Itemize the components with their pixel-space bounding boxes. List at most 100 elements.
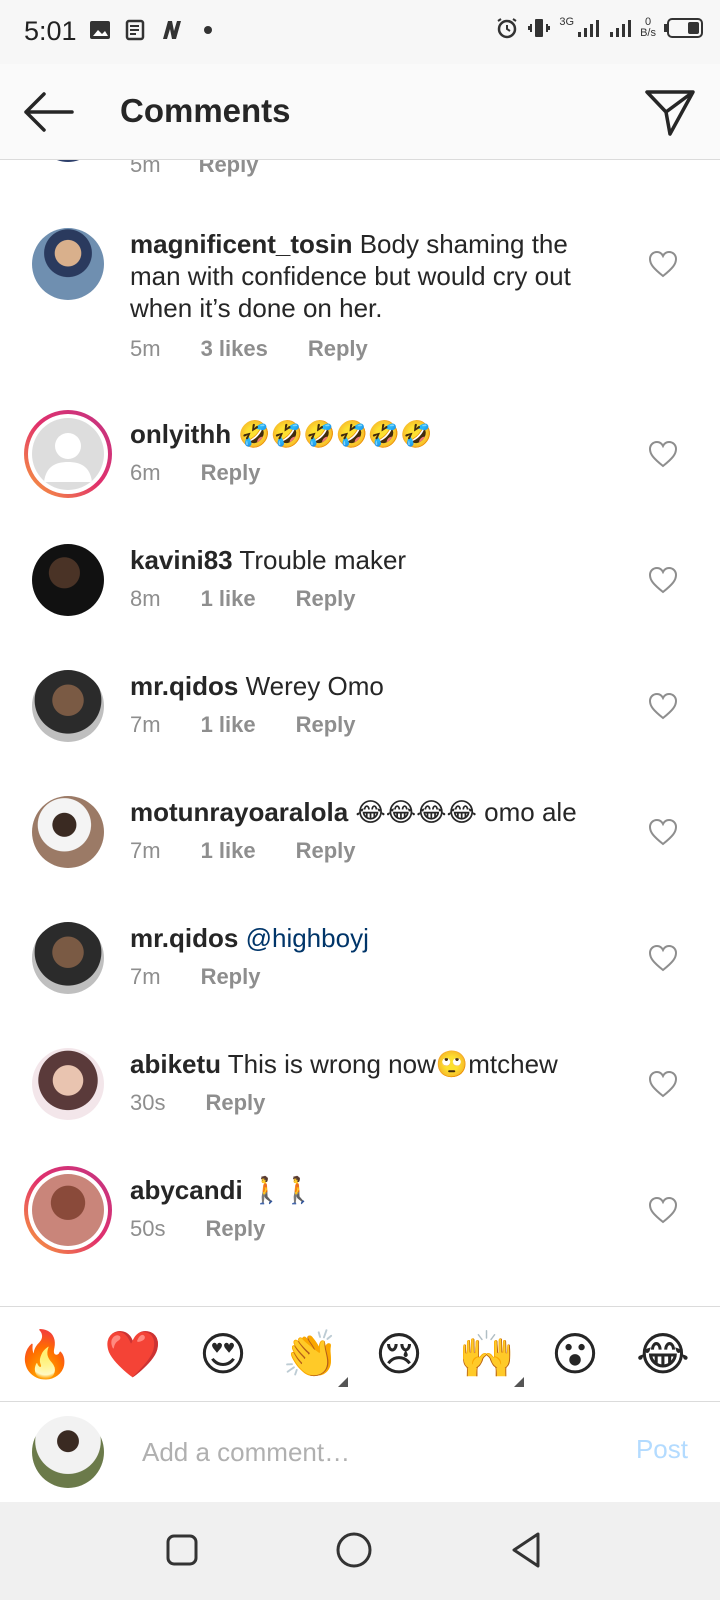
battery-icon (664, 18, 703, 38)
page-title: Comments (120, 92, 291, 129)
comment-time: 50s (130, 1216, 166, 1241)
avatar[interactable] (32, 922, 104, 994)
comment-time: 8m (130, 586, 161, 611)
reply-button[interactable]: Reply (205, 1216, 265, 1242)
comment-time: 7m (130, 964, 161, 989)
comment-body: magnificent_tosin Body shaming the man w… (130, 228, 610, 324)
comment-meta: 6m Reply (130, 460, 260, 486)
back-icon[interactable] (506, 1530, 546, 1570)
comment-username[interactable]: kavini83 (130, 545, 233, 575)
comment-time: 5m (130, 160, 161, 177)
crying-emoji-button[interactable]: 😢 (370, 1325, 428, 1383)
comment-item: abiketu This is wrong now🙄mtchew 30s Rep… (0, 1048, 720, 1158)
likes-count[interactable]: 1 like (201, 586, 256, 612)
comment-body: abiketu This is wrong now🙄mtchew (130, 1048, 610, 1080)
comment-item: kavini83 Trouble maker 8m 1 like Reply (0, 544, 720, 654)
heart-icon[interactable] (648, 944, 678, 972)
reply-button[interactable]: Reply (199, 160, 259, 178)
comment-mention[interactable]: @highboyj (246, 923, 369, 953)
reply-button[interactable]: Reply (296, 712, 356, 738)
status-right-icons: 3G 0 B/s (495, 16, 704, 40)
clap-emoji-button[interactable]: 👏 (282, 1325, 348, 1387)
signal-icon (578, 20, 600, 37)
comment-item: magnificent_tosin Body shaming the man w… (0, 228, 720, 378)
reply-button[interactable]: Reply (201, 460, 261, 486)
heart-icon[interactable] (648, 250, 678, 278)
comment-username[interactable]: abiketu (130, 1049, 221, 1079)
comment-text: 🚶🚶 (249, 1175, 315, 1205)
comment-body: abycandi 🚶🚶 (130, 1174, 610, 1206)
reply-button[interactable]: Reply (296, 838, 356, 864)
reply-button[interactable]: Reply (205, 1090, 265, 1116)
comment-text: 🤣🤣🤣🤣🤣🤣 (238, 419, 433, 449)
avatar[interactable] (24, 410, 112, 498)
comment-username[interactable]: abycandi (130, 1175, 243, 1205)
heart-emoji-button[interactable]: ❤️ (104, 1325, 162, 1383)
avatar[interactable] (36, 160, 100, 162)
comment-time: 5m (130, 336, 161, 361)
clap-emoji: 👏 (282, 1328, 340, 1380)
comment-item: mr.qidos Werey Omo 7m 1 like Reply (0, 670, 720, 780)
likes-count[interactable]: 3 likes (201, 336, 268, 362)
comment-meta: 7m 1 like Reply (130, 838, 356, 864)
avatar[interactable] (24, 1166, 112, 1254)
avatar[interactable] (32, 228, 104, 300)
heart-icon[interactable] (648, 566, 678, 594)
home-icon[interactable] (334, 1530, 374, 1570)
comment-composer: Post (0, 1402, 720, 1502)
recent-apps-icon[interactable] (162, 1530, 202, 1570)
comment-item: motunrayoaralola 😂😂😂😂 omo ale 7m 1 like … (0, 796, 720, 906)
status-bar: 5:01 3G 0 B/s (0, 0, 720, 64)
heart-eyes-emoji-button[interactable]: 😍 (194, 1325, 252, 1383)
heart-icon[interactable] (648, 1196, 678, 1224)
gallery-icon (90, 21, 110, 39)
comment-username[interactable]: motunrayoaralola (130, 797, 348, 827)
send-direct-icon[interactable] (644, 86, 696, 138)
comment-meta: 7m Reply (130, 964, 260, 990)
status-time: 5:01 (24, 16, 77, 46)
likes-count[interactable]: 1 like (201, 712, 256, 738)
comment-username[interactable]: mr.qidos (130, 671, 238, 701)
comment-time: 6m (130, 460, 161, 485)
comment-body: motunrayoaralola 😂😂😂😂 omo ale (130, 796, 630, 828)
surprised-emoji-button[interactable]: 😮 (546, 1325, 604, 1383)
network-speed: 0 B/s (640, 17, 656, 39)
comment-username[interactable]: mr.qidos (130, 923, 238, 953)
laughing-emoji-button[interactable]: 😂 (634, 1325, 692, 1383)
comment-meta: 50s Reply (130, 1216, 265, 1242)
avatar[interactable] (32, 670, 104, 742)
comments-list[interactable]: 5m Reply magnificent_tosin Body shaming … (0, 160, 720, 1306)
reply-button[interactable]: Reply (201, 964, 261, 990)
speed-unit: B/s (640, 27, 656, 39)
reply-button[interactable]: Reply (296, 586, 356, 612)
heart-icon[interactable] (648, 1070, 678, 1098)
emoji-reaction-bar: 🔥 ❤️ 😍 👏 😢 🙌 😮 😂 (0, 1306, 720, 1402)
heart-icon[interactable] (648, 818, 678, 846)
comment-item: abycandi 🚶🚶 50s Reply (0, 1166, 720, 1284)
avatar[interactable] (32, 544, 104, 616)
vibrate-icon (528, 19, 551, 37)
heart-icon[interactable] (648, 692, 678, 720)
post-button[interactable]: Post (636, 1434, 688, 1465)
avatar[interactable] (32, 796, 104, 868)
raised-hands-emoji-button[interactable]: 🙌 (458, 1325, 524, 1387)
likes-count[interactable]: 1 like (201, 838, 256, 864)
back-arrow-icon[interactable] (22, 90, 74, 134)
fire-emoji-button[interactable]: 🔥 (16, 1325, 74, 1383)
comment-username[interactable]: magnificent_tosin (130, 229, 352, 259)
comment-username[interactable]: onlyithh (130, 419, 231, 449)
comment-item: onlyithh 🤣🤣🤣🤣🤣🤣 6m Reply (0, 410, 720, 528)
avatar[interactable] (32, 1048, 104, 1120)
reply-button[interactable]: Reply (308, 336, 368, 362)
status-left-icons (88, 18, 212, 42)
comment-meta: 7m 1 like Reply (130, 712, 356, 738)
comment-input[interactable] (142, 1432, 582, 1472)
comments-header: Comments (0, 64, 720, 160)
heart-icon[interactable] (648, 440, 678, 468)
system-nav-bar (0, 1502, 720, 1600)
comment-item: mr.qidos @highboyj 7m Reply (0, 922, 720, 1032)
alarm-icon (497, 18, 517, 39)
comment-body: mr.qidos Werey Omo (130, 670, 610, 702)
comment-body: mr.qidos @highboyj (130, 922, 610, 954)
comment-time: 30s (130, 1090, 166, 1115)
